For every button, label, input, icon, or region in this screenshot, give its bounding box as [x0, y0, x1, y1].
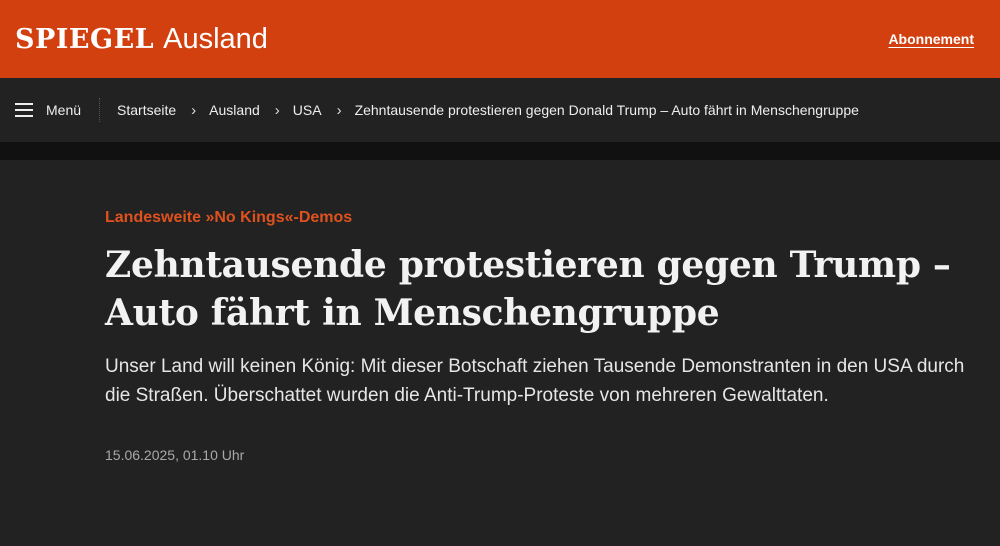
menu-label: Menü [46, 102, 82, 118]
navigation-bar: Menü Startseite › Ausland › USA › Zehnta… [0, 78, 1000, 160]
breadcrumb-usa[interactable]: USA [293, 102, 322, 118]
menu-button[interactable]: Menü [15, 98, 101, 122]
site-header: SPIEGEL Ausland Abonnement [0, 0, 1000, 78]
section-title[interactable]: Ausland [163, 23, 268, 56]
breadcrumb-startseite[interactable]: Startseite [117, 102, 176, 118]
breadcrumb-current: Zehntausende protestieren gegen Donald T… [354, 102, 859, 118]
article: Landesweite »No Kings«-Demos Zehntausend… [0, 160, 1000, 463]
subscribe-link[interactable]: Abonnement [888, 31, 974, 47]
spiegel-logo[interactable]: SPIEGEL [15, 24, 154, 55]
breadcrumb: Startseite › Ausland › USA › Zehntausend… [117, 102, 859, 119]
brand[interactable]: SPIEGEL Ausland [15, 23, 268, 56]
chevron-right-icon: › [191, 101, 197, 119]
article-kicker: Landesweite »No Kings«-Demos [105, 209, 353, 226]
publish-date: 15.06.2025, 01.10 Uhr [105, 447, 245, 463]
hamburger-icon [15, 103, 33, 117]
article-teaser: Unser Land will keinen König: Mit dieser… [105, 356, 965, 406]
article-headline: Zehntausende protestieren gegen Trump – … [105, 244, 951, 334]
chevron-right-icon: › [274, 101, 280, 119]
chevron-right-icon: › [336, 101, 342, 119]
breadcrumb-ausland[interactable]: Ausland [209, 102, 260, 118]
